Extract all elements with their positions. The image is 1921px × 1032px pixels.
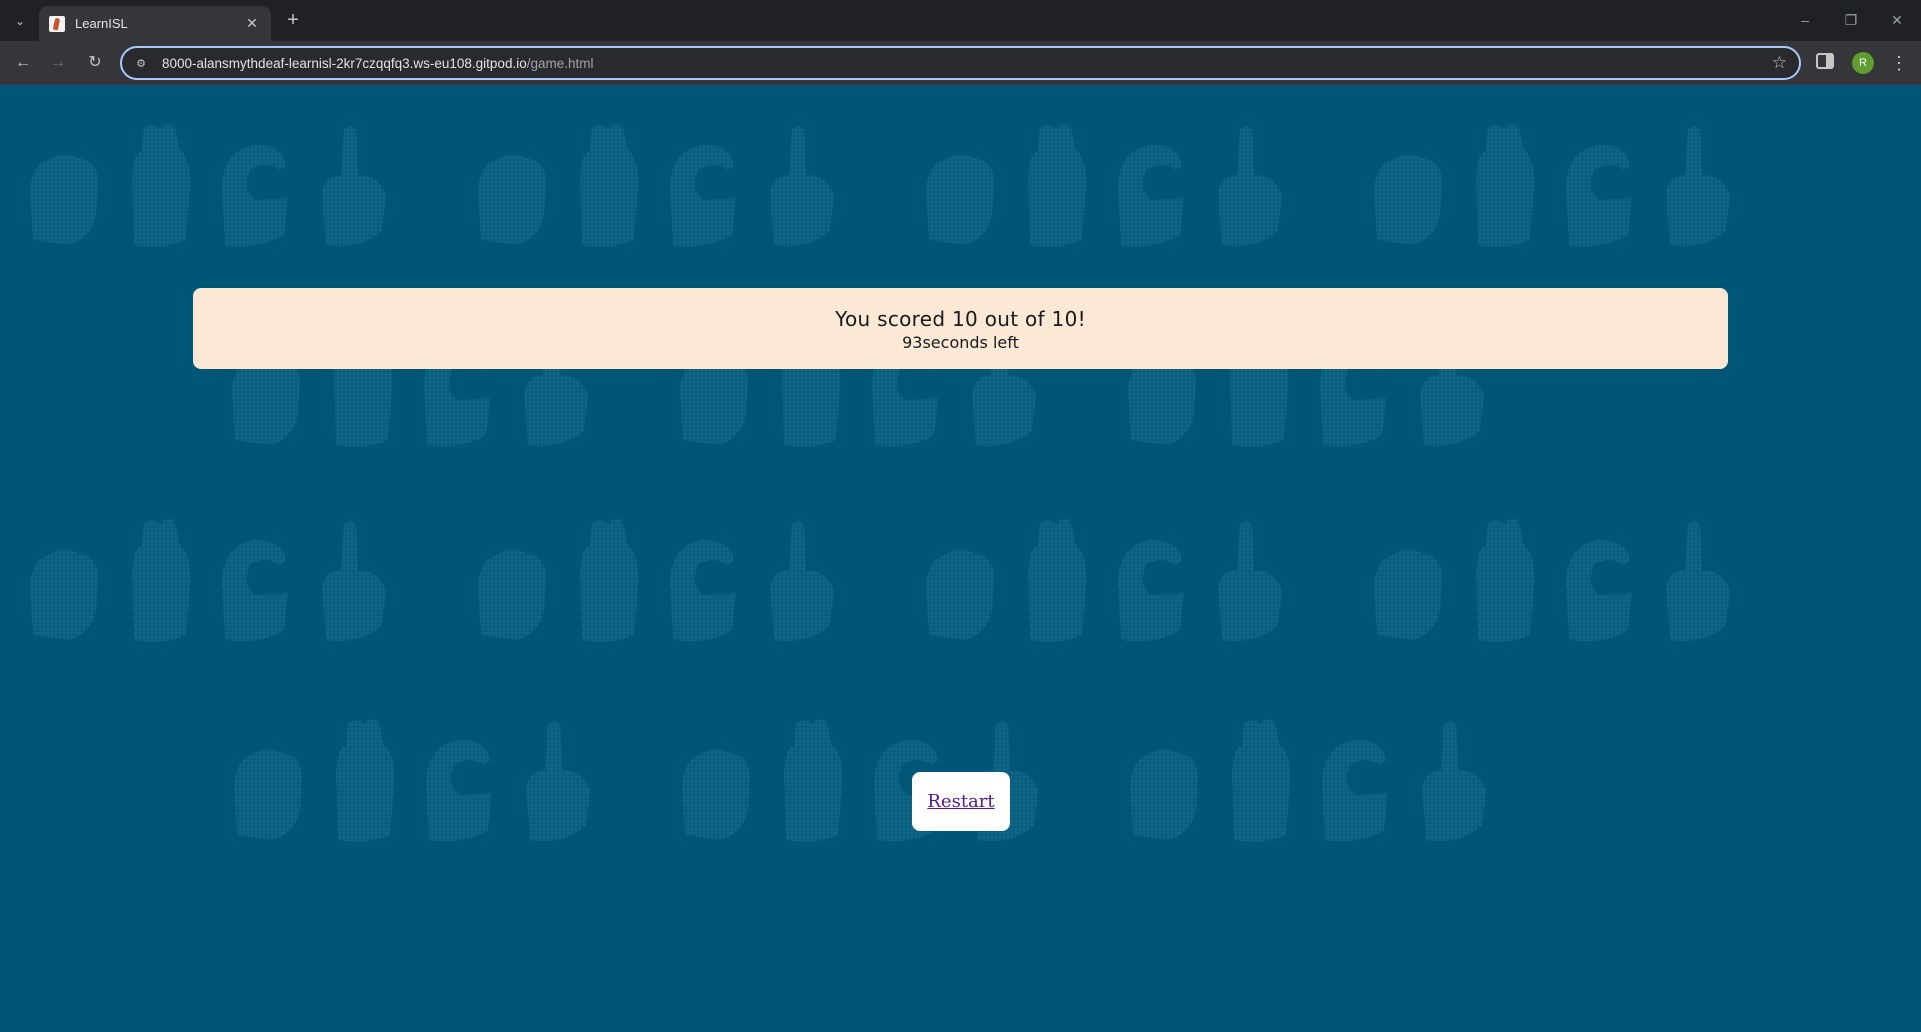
url-path: /game.html [526, 55, 594, 71]
hand-point-icon [322, 126, 386, 246]
hand-cshape-icon [222, 144, 288, 247]
hand-group [914, 505, 1292, 645]
hand-point-icon [770, 521, 834, 641]
hand-cshape-icon [670, 539, 736, 642]
hand-point-icon [1666, 126, 1730, 246]
side-panel-icon[interactable] [1816, 53, 1834, 69]
hand-group [18, 505, 396, 645]
hand-group [914, 110, 1292, 250]
restart-button[interactable]: Restart [912, 772, 1010, 831]
restart-link[interactable]: Restart [927, 791, 994, 812]
score-card: You scored 10 out of 10! 93seconds left [193, 288, 1728, 369]
hand-group [1118, 705, 1496, 845]
browser-toolbar: ← → ↻ ⚙ 8000-alansmythdeaf-learnisl-2kr7… [0, 41, 1921, 85]
browser-menu-icon[interactable]: ⋮ [1890, 51, 1908, 75]
hand-flat-icon [784, 719, 843, 842]
bookmark-star-icon[interactable]: ☆ [1772, 53, 1787, 73]
hand-point-icon [770, 126, 834, 246]
hand-fist-icon [478, 549, 546, 640]
hand-flat-icon [580, 519, 639, 642]
tab-search-chevron-icon[interactable]: ⌄ [7, 8, 33, 34]
hand-row [0, 505, 1921, 645]
hand-flat-icon [1232, 719, 1291, 842]
hand-flat-icon [1028, 519, 1087, 642]
hand-row [0, 110, 1921, 250]
hand-group [466, 110, 844, 250]
profile-avatar[interactable]: R [1852, 52, 1874, 74]
hand-group [222, 705, 600, 845]
hand-point-icon [322, 521, 386, 641]
hand-flat-icon [1476, 519, 1535, 642]
hand-group [18, 110, 396, 250]
tab-title: LearnISL [75, 16, 128, 31]
hand-flat-icon [1476, 124, 1535, 247]
hand-cshape-icon [222, 539, 288, 642]
hand-fist-icon [682, 749, 750, 840]
hand-group [1362, 505, 1740, 645]
hand-cshape-icon [1566, 144, 1632, 247]
minimize-icon[interactable]: – [1791, 8, 1819, 32]
hand-cshape-icon [670, 144, 736, 247]
time-left-text: 93seconds left [902, 333, 1019, 352]
hand-fist-icon [926, 154, 994, 245]
close-window-icon[interactable]: ✕ [1883, 8, 1911, 32]
hand-cshape-icon [1118, 539, 1184, 642]
hand-fist-icon [234, 749, 302, 840]
hand-fist-icon [1374, 549, 1442, 640]
hand-cshape-icon [1118, 144, 1184, 247]
hand-fist-icon [1130, 749, 1198, 840]
hand-point-icon [1666, 521, 1730, 641]
hand-flat-icon [336, 719, 395, 842]
hand-point-icon [1218, 521, 1282, 641]
hand-group [466, 505, 844, 645]
hand-point-icon [1422, 721, 1486, 841]
new-tab-button[interactable]: + [281, 9, 305, 33]
address-bar[interactable]: ⚙ 8000-alansmythdeaf-learnisl-2kr7czqqfq… [120, 46, 1801, 80]
forward-icon[interactable]: → [46, 51, 70, 75]
hand-point-icon [1218, 126, 1282, 246]
hand-flat-icon [132, 519, 191, 642]
page-viewport: You scored 10 out of 10! 93seconds left … [0, 85, 1921, 1032]
hand-fist-icon [1374, 154, 1442, 245]
hand-fist-icon [30, 549, 98, 640]
url-host: 8000-alansmythdeaf-learnisl-2kr7czqqfq3.… [162, 55, 527, 71]
restore-icon[interactable]: ❐ [1837, 8, 1865, 32]
hand-flat-icon [132, 124, 191, 247]
hand-fist-icon [926, 549, 994, 640]
url-text[interactable]: 8000-alansmythdeaf-learnisl-2kr7czqqfq3.… [162, 56, 594, 71]
hand-point-icon [526, 721, 590, 841]
hand-flat-icon [1028, 124, 1087, 247]
score-text: You scored 10 out of 10! [835, 307, 1086, 331]
hand-cshape-icon [426, 739, 492, 842]
site-settings-icon[interactable]: ⚙ [132, 54, 150, 72]
back-icon[interactable]: ← [11, 51, 35, 75]
tab-strip: ⌄ LearnISL ✕ + – ❐ ✕ [0, 0, 1921, 41]
hand-group [1362, 110, 1740, 250]
hand-flat-icon [580, 124, 639, 247]
hand-fist-icon [478, 154, 546, 245]
hand-fist-icon [30, 154, 98, 245]
tab-close-icon[interactable]: ✕ [243, 15, 261, 32]
reload-icon[interactable]: ↻ [83, 51, 107, 75]
browser-tab[interactable]: LearnISL ✕ [39, 6, 271, 41]
hand-cshape-icon [1566, 539, 1632, 642]
favicon-icon [49, 15, 65, 32]
hand-cshape-icon [1322, 739, 1388, 842]
